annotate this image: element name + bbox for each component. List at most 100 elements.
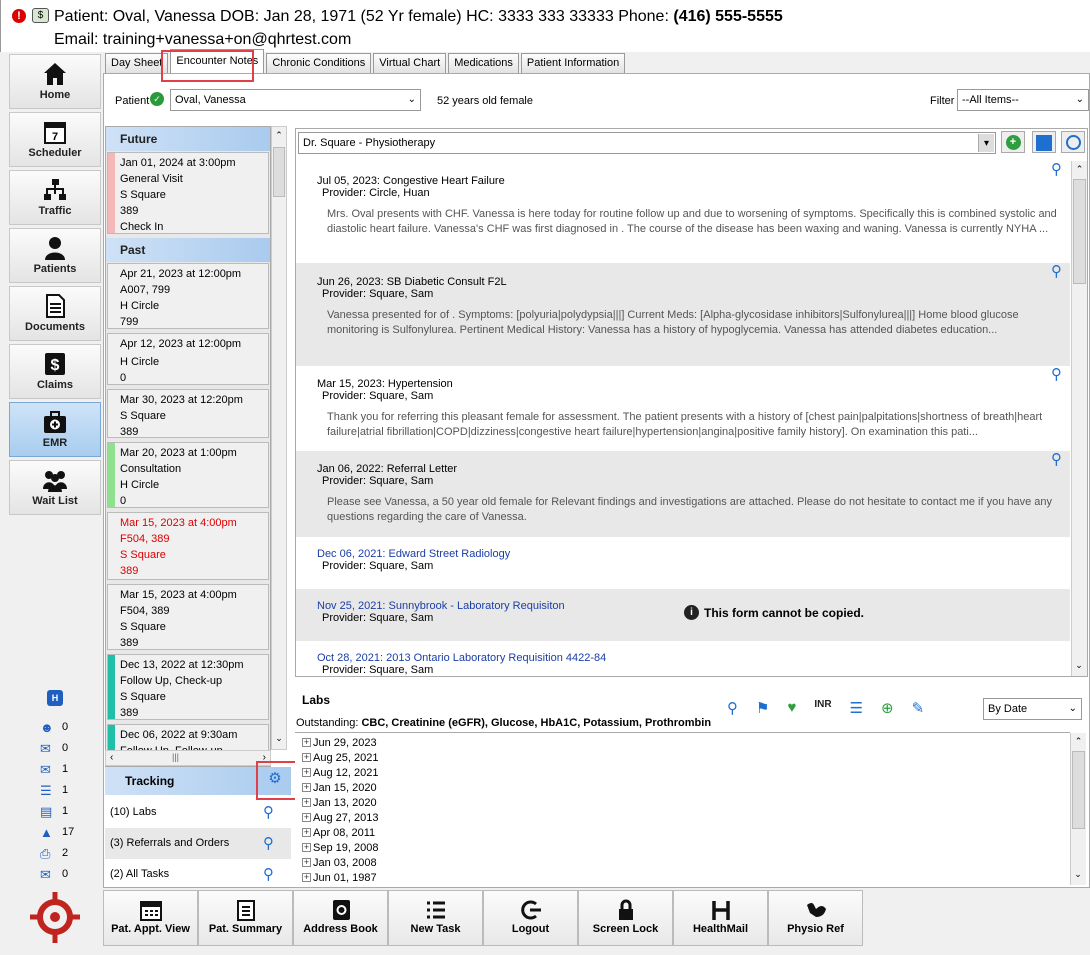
search-icon[interactable]: ⚲ [1051,262,1062,280]
nav-patients[interactable]: Patients [9,228,101,283]
chevron-down-icon[interactable]: ⌄ [1072,660,1086,676]
inr-icon[interactable]: INR [814,699,831,717]
lab-date-row[interactable]: + Jun 29, 2023 [295,735,1070,750]
note-item[interactable]: Dec 06, 2021: Edward Street Radiology Pr… [296,537,1070,589]
encounter-scrollbar[interactable]: ⌃ ⌄ [271,126,287,750]
chevron-up-icon[interactable]: ⌃ [1071,733,1086,749]
collapse-icon[interactable]: H [47,690,63,706]
expand-icon[interactable]: + [302,828,311,837]
tracking-row[interactable]: (10) Labs ⚲ [105,797,291,828]
address-book-button[interactable]: Address Book [293,890,388,946]
lab-date-row[interactable]: + Aug 12, 2021 [295,765,1070,780]
scroll-thumb[interactable] [273,147,285,197]
count-item[interactable]: ☰ 1 [40,779,100,800]
heart-monitor-icon[interactable]: ♥ [787,699,796,717]
encounter-item[interactable]: Apr 12, 2023 at 12:00pm H Circle 0 [107,333,269,385]
note-item[interactable]: Nov 25, 2021: Sunnybrook - Laboratory Re… [296,589,1070,641]
tab-virtual-chart[interactable]: Virtual Chart [373,53,447,73]
count-item[interactable]: ⎙ 2 [40,842,100,863]
search-icon[interactable]: ⚲ [1051,365,1062,383]
expand-icon[interactable]: + [302,813,311,822]
tracking-row[interactable]: (3) Referrals and Orders ⚲ [105,828,291,859]
lab-date-row[interactable]: + Jan 15, 2020 [295,780,1070,795]
nav-emr[interactable]: EMR [9,402,101,457]
scroll-thumb[interactable] [1072,751,1085,829]
nav-claims[interactable]: $ Claims [9,344,101,399]
lab-date-row[interactable]: + Jan 03, 2008 [295,855,1070,870]
encounter-item[interactable]: Mar 20, 2023 at 1:00pm Consultation H Ci… [107,442,269,508]
tab-patient-information[interactable]: Patient Information [520,53,626,73]
expand-icon[interactable]: + [302,843,311,852]
note-item[interactable]: Oct 28, 2021: 2013 Ontario Laboratory Re… [296,641,1070,676]
chevron-left-icon[interactable]: ‹ [110,752,113,763]
chevron-down-icon[interactable]: ⌄ [1071,869,1085,885]
encounter-item[interactable]: Mar 30, 2023 at 12:20pm S Square 389 [107,389,269,438]
flag-icon[interactable]: ⚑ [756,699,769,717]
count-item[interactable]: ▲ 17 [40,821,100,842]
new-task-button[interactable]: New Task [388,890,483,946]
note-item[interactable]: Jun 26, 2023: SB Diabetic Consult F2L Pr… [296,263,1070,366]
count-item[interactable]: ✉ 1 [40,758,100,779]
count-item[interactable]: ☻ 0 [40,716,100,737]
count-item[interactable]: ✉ 0 [40,863,100,884]
encounter-item[interactable]: Mar 15, 2023 at 4:00pm F504, 389 S Squar… [107,584,269,650]
expand-icon[interactable]: + [302,738,311,747]
chevron-down-icon[interactable]: ⌄ [272,733,286,749]
logout-button[interactable]: Logout [483,890,578,946]
search-icon[interactable]: ⚲ [1051,161,1062,178]
note-item[interactable]: Jul 05, 2023: Congestive Heart Failure P… [296,161,1070,263]
search-icon[interactable]: ⚲ [1051,450,1062,468]
lab-date-row[interactable]: + Aug 25, 2021 [295,750,1070,765]
timer-button[interactable] [1061,131,1085,153]
provider-select[interactable]: Dr. Square - Physiotherapy ▾ [298,132,996,154]
tab-medications[interactable]: Medications [448,53,519,73]
plus-icon[interactable]: ⊕ [881,699,894,717]
expand-icon[interactable]: + [302,858,311,867]
search-icon[interactable]: ⚲ [727,699,738,717]
expand-icon[interactable]: + [302,753,311,762]
filter-select[interactable]: --All Items-- ⌄ [957,89,1089,111]
tab-chronic-conditions[interactable]: Chronic Conditions [266,53,372,73]
healthmail-button[interactable]: HealthMail [673,890,768,946]
search-icon[interactable]: ⚲ [263,803,274,821]
expand-icon[interactable]: + [302,783,311,792]
expand-icon[interactable]: + [302,798,311,807]
count-item[interactable]: ▤ 1 [40,800,100,821]
expand-icon[interactable]: + [302,768,311,777]
screen-lock-button[interactable]: Screen Lock [578,890,673,946]
lab-date-row[interactable]: + Jan 13, 2020 [295,795,1070,810]
encounter-item[interactable]: Dec 13, 2022 at 12:30pm Follow Up, Check… [107,654,269,720]
nav-scheduler[interactable]: 7 Scheduler [9,112,101,167]
encounter-item[interactable]: Jan 01, 2024 at 3:00pm General Visit S S… [107,152,269,234]
chart-icon[interactable]: ☰ [850,699,863,717]
tab-day-sheet[interactable]: Day Sheet [105,53,169,73]
notes-scrollbar[interactable]: ⌃ ⌄ [1071,161,1087,676]
expand-icon[interactable]: + [302,873,311,882]
encounter-item[interactable]: Mar 15, 2023 at 4:00pm F504, 389 S Squar… [107,512,269,580]
note-item[interactable]: Jan 06, 2022: Referral Letter Provider: … [296,451,1070,537]
billing-icon[interactable]: $ [32,8,49,23]
add-note-button[interactable]: + [1001,131,1025,153]
nav-documents[interactable]: Documents [9,286,101,341]
labs-scrollbar[interactable]: ⌃ ⌄ [1070,733,1086,885]
patient-select[interactable]: Oval, Vanessa ⌄ [170,89,421,111]
pat-appt-view-button[interactable]: Pat. Appt. View [103,890,198,946]
tracking-row[interactable]: (2) All Tasks ⚲ [105,859,291,890]
sort-select[interactable]: By Date ⌄ [983,698,1082,720]
lab-date-row[interactable]: + Apr 08, 2011 [295,825,1070,840]
lab-date-row[interactable]: + Aug 27, 2013 [295,810,1070,825]
nav-traffic[interactable]: Traffic [9,170,101,225]
physio-ref-button[interactable]: Physio Ref [768,890,863,946]
pat-summary-button[interactable]: Pat. Summary [198,890,293,946]
encounter-hscrollbar[interactable]: ‹ ||| › [105,750,271,766]
lab-date-row[interactable]: + Jun 01, 1987 [295,870,1070,885]
pencil-icon[interactable]: ✎ [912,699,925,717]
nav-home[interactable]: Home [9,54,101,109]
nav-wait-list[interactable]: Wait List [9,460,101,515]
encounter-item[interactable]: Apr 21, 2023 at 12:00pm A007, 799 H Circ… [107,263,269,329]
view-grid-button[interactable] [1032,131,1056,153]
search-icon[interactable]: ⚲ [263,865,274,883]
count-item[interactable]: ✉ 0 [40,737,100,758]
chevron-up-icon[interactable]: ⌃ [272,127,286,143]
scroll-thumb[interactable] [1073,179,1086,284]
